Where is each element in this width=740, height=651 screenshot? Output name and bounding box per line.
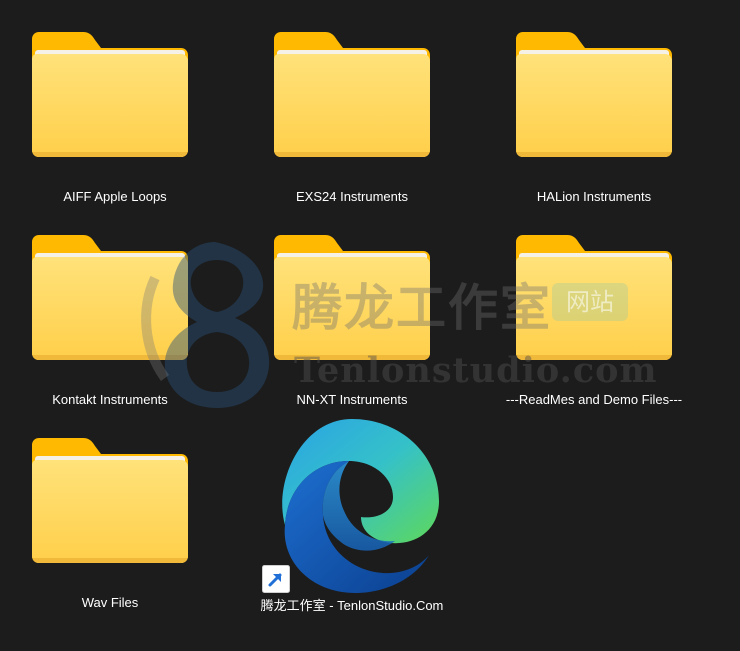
shortcut-label: 腾龙工作室 - TenlonStudio.Com — [260, 598, 444, 613]
folder-readmes-and-demo-files[interactable]: ---ReadMes and Demo Files--- — [479, 215, 709, 420]
folder-icon — [273, 30, 431, 158]
folder-icon — [31, 30, 189, 158]
folder-aiff-apple-loops[interactable]: AIFF Apple Loops — [0, 0, 230, 215]
folder-label: AIFF Apple Loops — [63, 189, 167, 204]
folder-wav-files[interactable]: Wav Files — [0, 420, 230, 620]
shortcut-arrow-icon — [262, 565, 290, 598]
folder-nn-xt-instruments[interactable]: NN-XT Instruments — [237, 215, 467, 420]
folder-icon — [515, 233, 673, 361]
folder-label: HALion Instruments — [536, 189, 652, 204]
folder-icon — [515, 30, 673, 158]
desktop-icon-grid: AIFF Apple Loops EXS24 Instruments HALio… — [0, 0, 740, 651]
folder-exs24-instruments[interactable]: EXS24 Instruments — [237, 0, 467, 215]
folder-label: Wav Files — [81, 595, 139, 610]
folder-label: EXS24 Instruments — [296, 189, 408, 204]
folder-icon — [273, 233, 431, 361]
folder-icon — [31, 233, 189, 361]
folder-label: Kontakt Instruments — [52, 392, 168, 407]
folder-icon — [31, 436, 189, 564]
folder-label: ---ReadMes and Demo Files--- — [505, 392, 683, 407]
folder-halion-instruments[interactable]: HALion Instruments — [479, 0, 709, 215]
folder-kontakt-instruments[interactable]: Kontakt Instruments — [0, 215, 230, 420]
edge-shortcut[interactable]: 腾龙工作室 - TenlonStudio.Com — [237, 405, 467, 620]
